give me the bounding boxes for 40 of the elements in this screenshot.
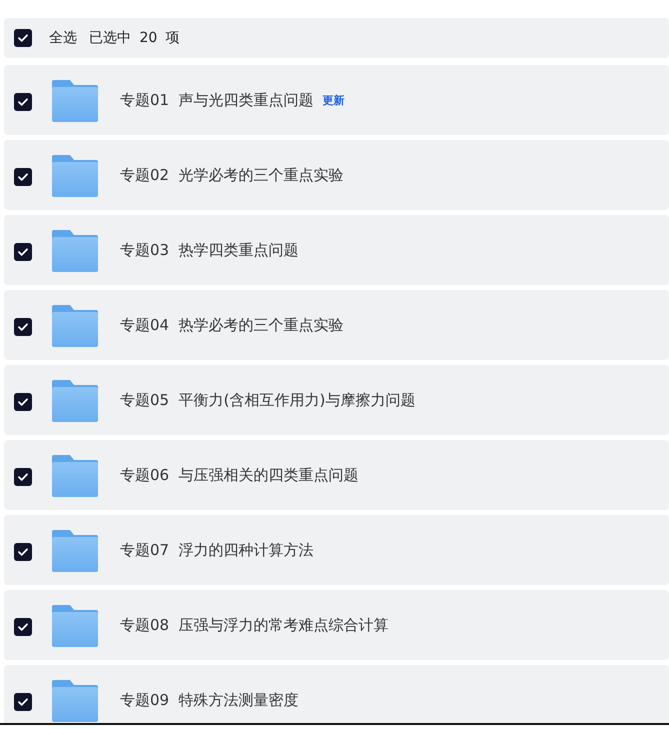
update-label: 更新 — [322, 92, 345, 108]
folder-icon — [52, 78, 98, 122]
checkbox[interactable] — [14, 168, 32, 186]
folder-row[interactable]: 专题06 与压强相关的四类重点问题 — [4, 440, 669, 510]
folder-name: 专题02 光学必考的三个重点实验 — [120, 166, 344, 184]
checkbox[interactable] — [14, 243, 32, 261]
folder-icon — [52, 453, 98, 497]
select-all-label[interactable]: 全选 — [49, 29, 77, 47]
checkbox[interactable] — [14, 393, 32, 411]
folder-name: 专题08 压强与浮力的常考难点综合计算 — [120, 616, 389, 634]
folder-name: 专题09 特殊方法测量密度 — [120, 690, 299, 710]
folder-icon — [52, 228, 98, 272]
checkbox[interactable] — [14, 618, 32, 636]
checkbox[interactable] — [14, 543, 32, 561]
folder-name: 专题01 声与光四类重点问题 — [120, 90, 314, 110]
selected-count-text: 已选中 20 项 — [89, 29, 180, 47]
folder-icon — [52, 528, 98, 572]
folder-icon — [52, 303, 98, 347]
checkbox[interactable] — [14, 468, 32, 486]
checkbox[interactable] — [14, 93, 32, 111]
folder-row[interactable]: 专题04 热学必考的三个重点实验 — [4, 290, 669, 360]
folder-name: 专题06 与压强相关的四类重点问题 — [120, 466, 359, 484]
folder-icon — [52, 153, 98, 197]
folder-name: 专题05 平衡力(含相互作用力)与摩擦力问题 — [120, 390, 416, 410]
folder-icon — [52, 378, 98, 422]
checkbox[interactable] — [14, 318, 32, 336]
folder-row[interactable]: 专题05 平衡力(含相互作用力)与摩擦力问题 — [4, 365, 669, 435]
folder-row[interactable]: 专题07 浮力的四种计算方法 — [4, 515, 669, 585]
folder-name: 专题07 浮力的四种计算方法 — [120, 540, 314, 560]
folder-icon — [52, 603, 98, 647]
checkbox[interactable] — [14, 29, 32, 47]
folder-row[interactable]: 专题09 特殊方法测量密度 — [4, 665, 669, 723]
checkbox[interactable] — [14, 693, 32, 711]
folder-row[interactable]: 专题01 声与光四类重点问题 更新 — [4, 65, 669, 135]
folder-row[interactable]: 专题03 热学四类重点问题 — [4, 215, 669, 285]
folder-row[interactable]: 专题02 光学必考的三个重点实验 — [4, 140, 669, 210]
folder-row[interactable]: 专题08 压强与浮力的常考难点综合计算 — [4, 590, 669, 660]
folder-name: 专题04 热学必考的三个重点实验 — [120, 316, 344, 334]
folder-name: 专题03 热学四类重点问题 — [120, 240, 299, 260]
folder-icon — [52, 678, 98, 722]
